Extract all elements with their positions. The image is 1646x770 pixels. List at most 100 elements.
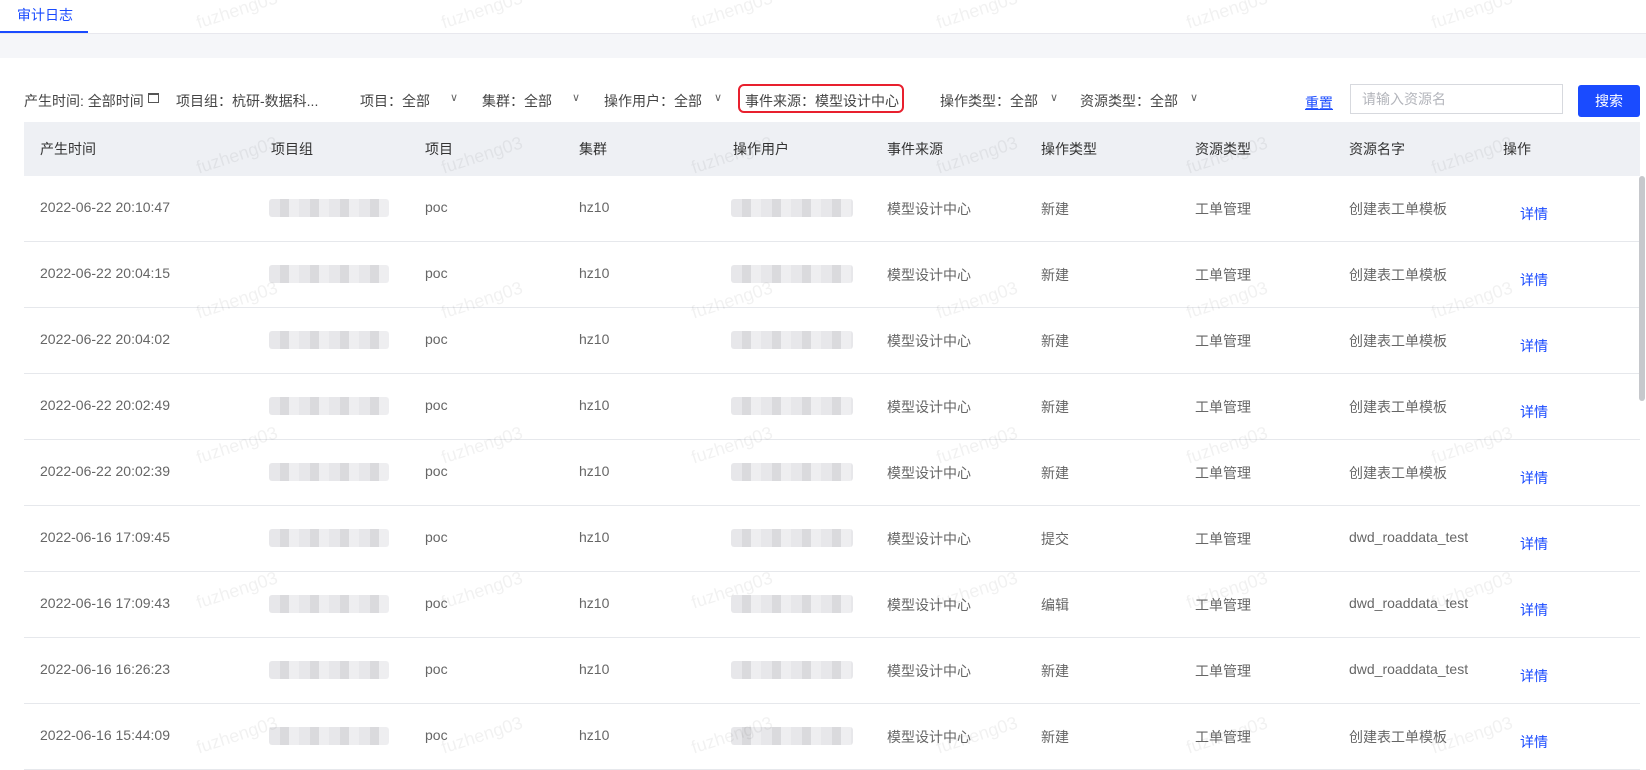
detail-link[interactable]: 详情 — [1520, 468, 1548, 488]
event-source-filter[interactable]: 事件来源：模型设计中心 — [745, 91, 899, 111]
cell-time: 2022-06-22 20:10:47 — [40, 199, 170, 215]
project-group-filter[interactable]: 项目组：杭研-数据科... — [176, 91, 318, 111]
col-source: 事件来源 — [887, 141, 943, 157]
cell-cluster: hz10 — [579, 529, 610, 545]
project-filter[interactable]: 项目：全部 — [360, 91, 430, 111]
cell-cluster: hz10 — [579, 727, 610, 743]
vertical-scrollbar[interactable] — [1639, 176, 1645, 401]
redacted-cell — [269, 529, 389, 547]
detail-link[interactable]: 详情 — [1520, 402, 1548, 422]
cell-res-type: 工单管理 — [1195, 663, 1251, 679]
cell-res-type: 工单管理 — [1195, 729, 1251, 745]
cluster-filter[interactable]: 集群：全部 — [482, 91, 552, 111]
redacted-cell — [269, 595, 389, 613]
tab-audit-log[interactable]: 审计日志 — [0, 0, 88, 33]
col-time: 产生时间 — [40, 141, 96, 157]
chevron-down-icon[interactable]: ∨ — [572, 91, 580, 104]
redacted-cell — [731, 661, 853, 679]
resource-type-filter[interactable]: 资源类型：全部 — [1080, 91, 1178, 111]
tab-bar: 审计日志 — [0, 0, 1646, 34]
cell-res-name: 创建表工单模板 — [1349, 267, 1447, 283]
detail-link[interactable]: 详情 — [1520, 666, 1548, 686]
cell-time: 2022-06-16 16:26:23 — [40, 661, 170, 677]
redacted-cell — [731, 727, 853, 745]
table-row: 2022-06-16 15:44:09 poc hz10 模型设计中心 新建 工单管理 创建… — [24, 704, 1640, 770]
detail-link[interactable]: 详情 — [1520, 270, 1548, 290]
reset-link[interactable]: 重置 — [1305, 93, 1333, 113]
table-row: 2022-06-16 17:09:45 poc hz10 模型设计中心 提交 工单管理 dw… — [24, 506, 1640, 572]
cell-time: 2022-06-22 20:04:02 — [40, 331, 170, 347]
cell-op-type: 新建 — [1041, 399, 1069, 415]
table-row: 2022-06-22 20:04:15 poc hz10 模型设计中心 新建 工单管理 创建… — [24, 242, 1640, 308]
cell-op-type: 新建 — [1041, 333, 1069, 349]
cell-cluster: hz10 — [579, 265, 610, 281]
cell-source: 模型设计中心 — [887, 729, 971, 745]
audit-log-table: 产生时间 项目组 项目 集群 操作用户 事件来源 操作类型 资源类型 资源名字 … — [24, 122, 1640, 770]
cell-cluster: hz10 — [579, 463, 610, 479]
redacted-cell — [269, 727, 389, 745]
cell-time: 2022-06-16 17:09:43 — [40, 595, 170, 611]
resource-name-search-input[interactable] — [1350, 84, 1563, 114]
chevron-down-icon[interactable]: ∨ — [714, 91, 722, 104]
redacted-cell — [269, 397, 389, 415]
cell-res-type: 工单管理 — [1195, 333, 1251, 349]
cell-res-name: dwd_roaddata_test — [1349, 595, 1469, 611]
detail-link[interactable]: 详情 — [1520, 534, 1548, 554]
table-row: 2022-06-16 16:26:23 poc hz10 模型设计中心 新建 工单管理 dw… — [24, 638, 1640, 704]
cell-time: 2022-06-22 20:02:49 — [40, 397, 170, 413]
operation-type-filter[interactable]: 操作类型：全部 — [940, 91, 1038, 111]
table-row: 2022-06-16 17:09:43 poc hz10 模型设计中心 编辑 工单管理 dw… — [24, 572, 1640, 638]
user-filter[interactable]: 操作用户：全部 — [604, 91, 702, 111]
chevron-down-icon[interactable]: ∨ — [1050, 91, 1058, 104]
redacted-cell — [269, 265, 389, 283]
detail-link[interactable]: 详情 — [1520, 600, 1548, 620]
cell-time: 2022-06-22 20:02:39 — [40, 463, 170, 479]
chevron-down-icon[interactable]: ∨ — [1190, 91, 1198, 104]
cell-op-type: 新建 — [1041, 663, 1069, 679]
col-res-name: 资源名字 — [1349, 141, 1405, 157]
redacted-cell — [731, 529, 853, 547]
cell-cluster: hz10 — [579, 199, 610, 215]
col-project: 项目 — [425, 141, 453, 157]
cell-res-name: 创建表工单模板 — [1349, 399, 1447, 415]
cell-source: 模型设计中心 — [887, 399, 971, 415]
redacted-cell — [269, 199, 389, 217]
cell-op-type: 编辑 — [1041, 597, 1069, 613]
cell-res-type: 工单管理 — [1195, 201, 1251, 217]
cell-project: poc — [425, 727, 448, 743]
search-button[interactable]: 搜索 — [1578, 85, 1640, 117]
calendar-icon[interactable] — [148, 93, 159, 103]
cell-source: 模型设计中心 — [887, 597, 971, 613]
cell-project: poc — [425, 397, 448, 413]
redacted-cell — [269, 463, 389, 481]
cell-op-type: 提交 — [1041, 531, 1069, 547]
tab-audit-log-label: 审计日志 — [17, 7, 73, 23]
cell-res-name: 创建表工单模板 — [1349, 729, 1447, 745]
cell-cluster: hz10 — [579, 397, 610, 413]
detail-link[interactable]: 详情 — [1520, 336, 1548, 356]
cell-project: poc — [425, 661, 448, 677]
cell-res-type: 工单管理 — [1195, 597, 1251, 613]
col-res-type: 资源类型 — [1195, 141, 1251, 157]
redacted-cell — [269, 661, 389, 679]
col-cluster: 集群 — [579, 141, 607, 157]
cell-res-type: 工单管理 — [1195, 465, 1251, 481]
time-filter[interactable]: 产生时间: 全部时间 — [24, 91, 144, 111]
cell-op-type: 新建 — [1041, 267, 1069, 283]
table-row: 2022-06-22 20:02:49 poc hz10 模型设计中心 新建 工单管理 创建… — [24, 374, 1640, 440]
filter-bar: 产生时间: 全部时间 项目组：杭研-数据科... 项目：全部 ∨ 集群：全部 ∨… — [0, 84, 1646, 117]
cell-cluster: hz10 — [579, 331, 610, 347]
cell-op-type: 新建 — [1041, 201, 1069, 217]
cell-source: 模型设计中心 — [887, 333, 971, 349]
redacted-cell — [731, 331, 853, 349]
cell-res-type: 工单管理 — [1195, 267, 1251, 283]
table-row: 2022-06-22 20:02:39 poc hz10 模型设计中心 新建 工单管理 创建… — [24, 440, 1640, 506]
detail-link[interactable]: 详情 — [1520, 732, 1548, 752]
chevron-down-icon[interactable]: ∨ — [450, 91, 458, 104]
cell-source: 模型设计中心 — [887, 267, 971, 283]
cell-op-type: 新建 — [1041, 465, 1069, 481]
redacted-cell — [731, 265, 853, 283]
cell-res-type: 工单管理 — [1195, 531, 1251, 547]
detail-link[interactable]: 详情 — [1520, 204, 1548, 224]
cell-res-name: 创建表工单模板 — [1349, 465, 1447, 481]
